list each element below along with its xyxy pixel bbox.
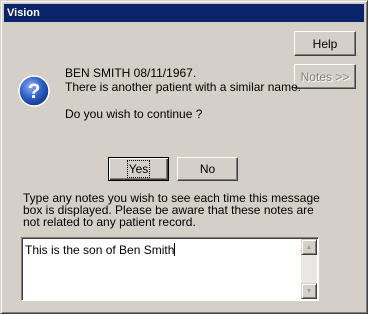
help-button-label: Help — [312, 36, 338, 51]
no-button-label: No — [199, 162, 216, 176]
window-title: Vision — [7, 7, 40, 19]
notes-button-label: Notes >> — [300, 69, 350, 84]
dialog-window: Vision Help Notes >> ? BEN SMITH 08/11/1… — [0, 0, 368, 314]
help-button[interactable]: Help — [294, 31, 356, 56]
notes-button[interactable]: Notes >> — [294, 64, 356, 89]
yes-button[interactable]: Yes — [108, 157, 169, 181]
notes-text: This is the son of Ben Smith — [25, 243, 175, 257]
message-line-1: BEN SMITH 08/11/1967. — [65, 66, 197, 80]
title-bar[interactable]: Vision — [4, 4, 364, 22]
message-line-2: There is another patient with a similar … — [65, 80, 302, 94]
svg-text:?: ? — [28, 80, 41, 103]
question-icon: ? — [18, 75, 50, 107]
arrow-up-icon[interactable]: ▲ — [301, 239, 317, 255]
message-question: Do you wish to continue ? — [65, 107, 203, 121]
yes-button-label: Yes — [126, 160, 151, 178]
notes-scrollbar[interactable]: ▲ ▼ — [301, 239, 317, 299]
notes-textarea[interactable]: This is the son of Ben Smith ▲ ▼ — [21, 237, 319, 301]
notes-label: Type any notes you wish to see each time… — [23, 191, 320, 229]
arrow-down-icon[interactable]: ▼ — [301, 283, 317, 299]
text-caret — [174, 243, 176, 256]
no-button[interactable]: No — [177, 157, 238, 181]
